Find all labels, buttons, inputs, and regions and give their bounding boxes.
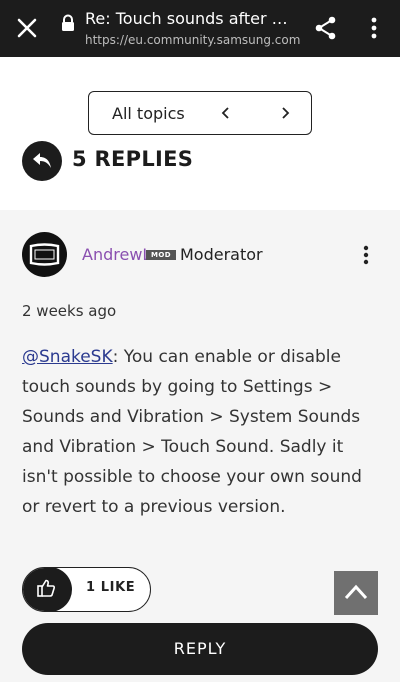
lock-icon: [60, 14, 76, 32]
browser-toolbar: Re: Touch sounds after April ... https:/…: [0, 0, 400, 57]
author-name[interactable]: AndrewL: [82, 245, 151, 264]
post-text: : You can enable or disable touch sounds…: [22, 347, 362, 517]
mention-link[interactable]: @SnakeSK: [22, 347, 113, 367]
all-topics-label[interactable]: All topics: [112, 104, 185, 123]
url-text[interactable]: https://eu.community.samsung.com: [85, 33, 300, 47]
chevron-right-icon[interactable]: [278, 104, 292, 122]
chevron-up-icon: [344, 584, 368, 600]
like-button[interactable]: 1 LIKE: [22, 567, 151, 612]
back-to-top-button[interactable]: [334, 571, 378, 615]
replies-count: 5 REPLIES: [72, 147, 194, 171]
page-title: Re: Touch sounds after April ...: [85, 9, 297, 28]
avatar-icon[interactable]: [22, 232, 67, 277]
post-body: @SnakeSK: You can enable or disable touc…: [22, 342, 378, 522]
moderator-badge: MOD: [146, 250, 176, 260]
more-vertical-icon[interactable]: [358, 244, 374, 266]
post-timestamp: 2 weeks ago: [22, 302, 117, 320]
share-icon[interactable]: [314, 15, 338, 41]
close-icon[interactable]: [14, 15, 40, 41]
author-role: Moderator: [180, 245, 263, 264]
thumbs-up-icon[interactable]: [23, 568, 72, 611]
more-vertical-icon[interactable]: [362, 15, 386, 41]
reply-arrow-icon: [22, 141, 62, 181]
like-count[interactable]: 1 LIKE: [86, 580, 135, 595]
topic-navigator: All topics: [88, 91, 312, 135]
reply-button[interactable]: REPLY: [22, 623, 378, 675]
chevron-left-icon[interactable]: [219, 104, 233, 122]
